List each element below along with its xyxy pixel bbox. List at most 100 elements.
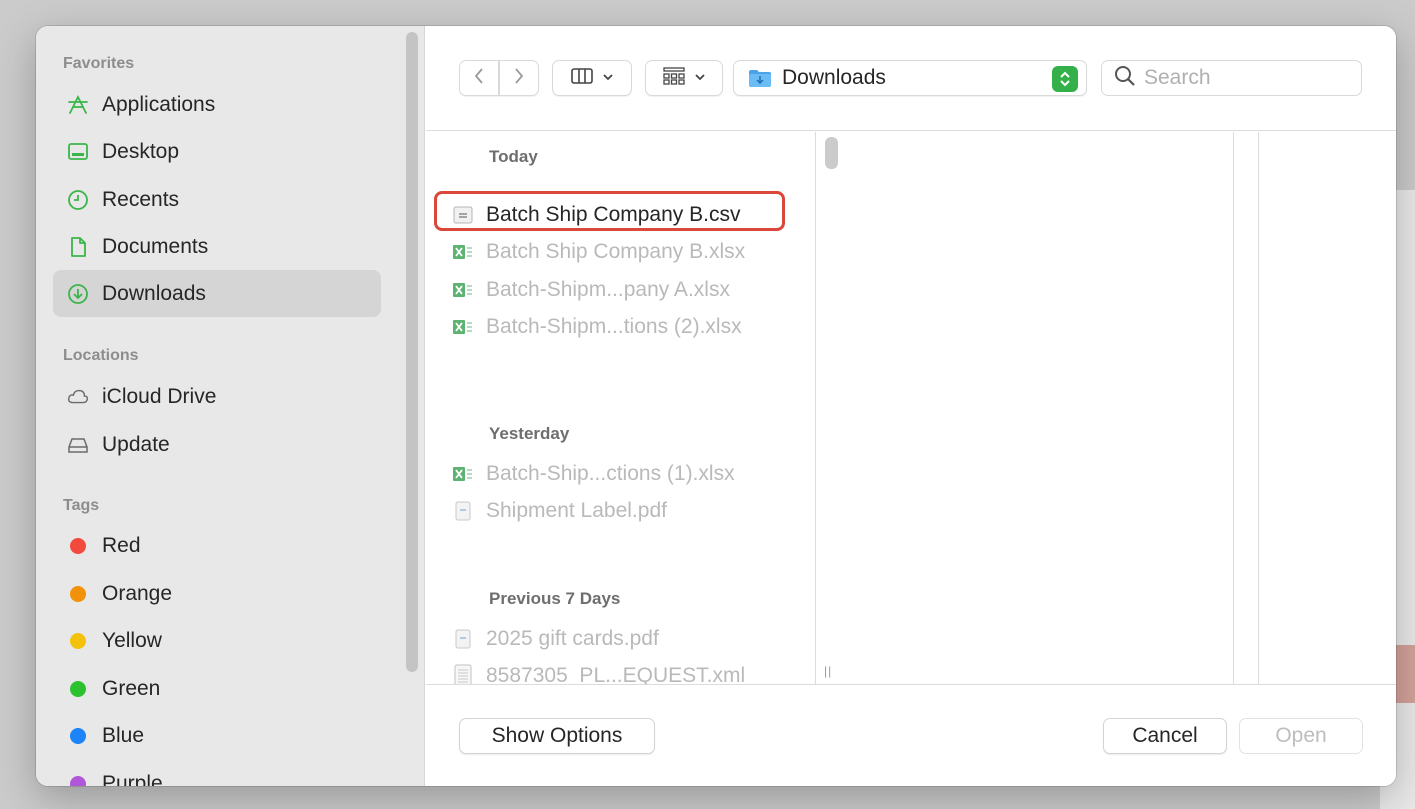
excel-file-icon (452, 277, 474, 303)
sidebar-item-label: Yellow (102, 628, 162, 652)
sidebar-scrollbar[interactable] (406, 32, 418, 672)
folder-icon (748, 68, 772, 88)
sidebar-item-label: Applications (102, 92, 216, 116)
sidebar-item-tag-green[interactable]: Green (53, 665, 381, 712)
forward-button[interactable] (499, 60, 539, 96)
tag-dot-icon (67, 678, 89, 700)
excel-file-icon (452, 314, 474, 340)
sidebar-item-applications[interactable]: Applications (53, 81, 381, 128)
drive-icon (67, 434, 89, 456)
sidebar-item-label: Documents (102, 234, 209, 258)
view-mode-button[interactable] (552, 60, 632, 96)
toolbar: Downloads (426, 26, 1396, 131)
locations-header: Locations (63, 347, 139, 364)
sidebar-item-label: Red (102, 533, 141, 557)
chevron-right-icon (513, 66, 525, 91)
tag-dot-icon (67, 630, 89, 652)
cancel-button[interactable]: Cancel (1103, 718, 1227, 754)
download-icon (67, 283, 89, 305)
open-file-dialog: Favorites Applications Desktop Recents D… (36, 26, 1396, 786)
sidebar-item-documents[interactable]: Documents (53, 223, 381, 270)
pdf-file-icon (452, 498, 474, 524)
search-icon (1114, 65, 1136, 92)
column-resize-handle[interactable]: || (824, 664, 832, 678)
purple-tag-icon (70, 775, 86, 786)
sidebar-item-recents[interactable]: Recents (53, 176, 381, 223)
desktop-icon (67, 141, 89, 163)
file-name: Batch-Shipm...pany A.xlsx (486, 277, 730, 301)
sidebar-item-tag-purple[interactable]: Purple (53, 760, 381, 786)
file-item: Shipment Label.pdf (452, 492, 667, 529)
sidebar-item-downloads[interactable]: Downloads (53, 270, 381, 317)
tag-dot-icon (67, 583, 89, 605)
excel-file-icon (452, 461, 474, 487)
group-header-today: Today (489, 147, 538, 166)
tag-dot-icon (67, 773, 89, 786)
file-item: Batch-Ship...ctions (1).xlsx (452, 455, 735, 492)
file-item: Batch Ship Company B.xlsx (452, 233, 745, 270)
group-by-button[interactable] (645, 60, 723, 96)
tag-dot-icon (67, 725, 89, 747)
preview-column (841, 132, 1234, 684)
file-list-scrollbar[interactable] (825, 137, 838, 169)
excel-file-icon (452, 239, 474, 265)
grid-icon (662, 66, 686, 91)
sidebar-item-label: Recents (102, 187, 180, 211)
file-name: Batch Ship Company B.xlsx (486, 239, 746, 263)
sidebar-item-label: Blue (102, 723, 145, 747)
group-header-previous-7-days: Previous 7 Days (489, 589, 621, 608)
file-item: Batch-Shipm...pany A.xlsx (452, 271, 730, 308)
sidebar-item-icloud-drive[interactable]: iCloud Drive (53, 373, 381, 420)
green-tag-icon (70, 680, 86, 697)
sidebar-item-tag-red[interactable]: Red (53, 522, 381, 569)
show-options-button[interactable]: Show Options (459, 718, 655, 754)
chevron-left-icon (473, 66, 485, 91)
empty-column (1258, 132, 1396, 684)
applications-icon (67, 94, 89, 116)
back-button[interactable] (459, 60, 499, 96)
favorites-header: Favorites (63, 55, 135, 72)
cloud-icon (67, 386, 89, 408)
file-item: 2025 gift cards.pdf (452, 620, 659, 657)
sidebar-item-label: Green (102, 676, 161, 700)
dialog-footer: Show Options Cancel Open (426, 684, 1396, 786)
tag-dot-icon (67, 535, 89, 557)
sidebar-item-tag-orange[interactable]: Orange (53, 570, 381, 617)
open-button[interactable]: Open (1239, 718, 1363, 754)
sidebar-item-label: Update (102, 432, 170, 456)
file-name: Batch-Ship...ctions (1).xlsx (486, 461, 735, 485)
location-label: Downloads (782, 66, 886, 89)
sidebar-item-label: Purple (102, 771, 163, 787)
search-input[interactable] (1144, 66, 1344, 90)
location-popup[interactable]: Downloads (733, 60, 1087, 96)
sidebar-item-label: Desktop (102, 139, 180, 163)
blue-tag-icon (70, 727, 86, 744)
selection-highlight (434, 191, 785, 231)
popup-stepper-icon (1052, 66, 1078, 92)
sidebar-item-update[interactable]: Update (53, 421, 381, 468)
clock-icon (67, 189, 89, 211)
sidebar-item-label: Downloads (102, 281, 206, 305)
main-pane: Downloads Today Batch Ship Company B.csv… (426, 26, 1396, 786)
tags-header: Tags (63, 497, 100, 514)
red-tag-icon (70, 537, 86, 554)
pdf-file-icon (452, 626, 474, 652)
column-view-icon (570, 66, 594, 91)
file-list-column: Today Batch Ship Company B.csv Batch Shi… (426, 132, 816, 687)
sidebar: Favorites Applications Desktop Recents D… (36, 26, 425, 786)
sidebar-item-tag-blue[interactable]: Blue (53, 712, 381, 759)
sidebar-item-label: iCloud Drive (102, 384, 217, 408)
chevron-down-icon (694, 69, 706, 87)
orange-tag-icon (70, 585, 86, 602)
file-name: 2025 gift cards.pdf (486, 626, 659, 650)
chevron-down-icon (602, 69, 614, 87)
yellow-tag-icon (70, 632, 86, 649)
sidebar-item-desktop[interactable]: Desktop (53, 128, 381, 175)
search-field[interactable] (1101, 60, 1362, 96)
sidebar-item-tag-yellow[interactable]: Yellow (53, 617, 381, 664)
file-name: Batch-Shipm...tions (2).xlsx (486, 314, 742, 338)
file-name: Shipment Label.pdf (486, 498, 667, 522)
file-item: Batch-Shipm...tions (2).xlsx (452, 308, 742, 345)
sidebar-item-label: Orange (102, 581, 173, 605)
group-header-yesterday: Yesterday (489, 424, 570, 443)
